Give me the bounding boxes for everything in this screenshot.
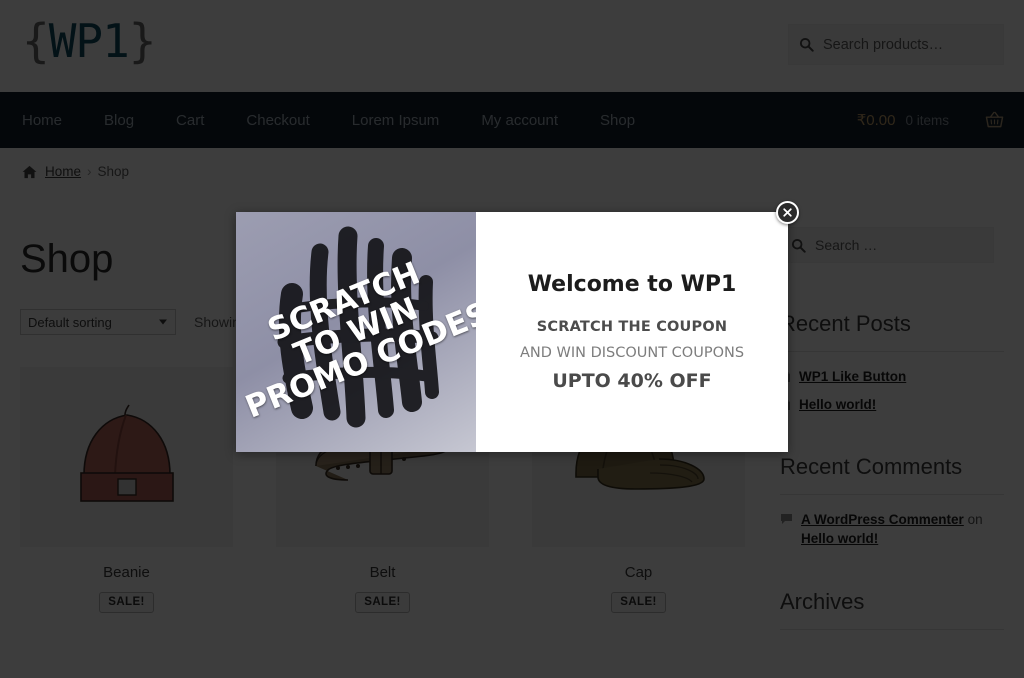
promo-modal-body: Welcome to WP1 SCRATCH THE COUPON AND WI… [476, 212, 788, 452]
close-icon[interactable] [776, 201, 799, 224]
page-root: {WP1} Search products… Home Blog Cart Ch… [0, 0, 1024, 678]
promo-line-2: AND WIN DISCOUNT COUPONS [520, 345, 744, 361]
promo-modal: SCRATCH TO WIN PROMO CODES Welcome to WP… [236, 212, 788, 452]
promo-line-1: SCRATCH THE COUPON [537, 319, 727, 335]
close-x-glyph [782, 207, 793, 218]
promo-modal-title: Welcome to WP1 [528, 272, 737, 297]
promo-line-3: UPTO 40% OFF [552, 370, 711, 392]
scratch-card-image[interactable]: SCRATCH TO WIN PROMO CODES [236, 212, 476, 452]
